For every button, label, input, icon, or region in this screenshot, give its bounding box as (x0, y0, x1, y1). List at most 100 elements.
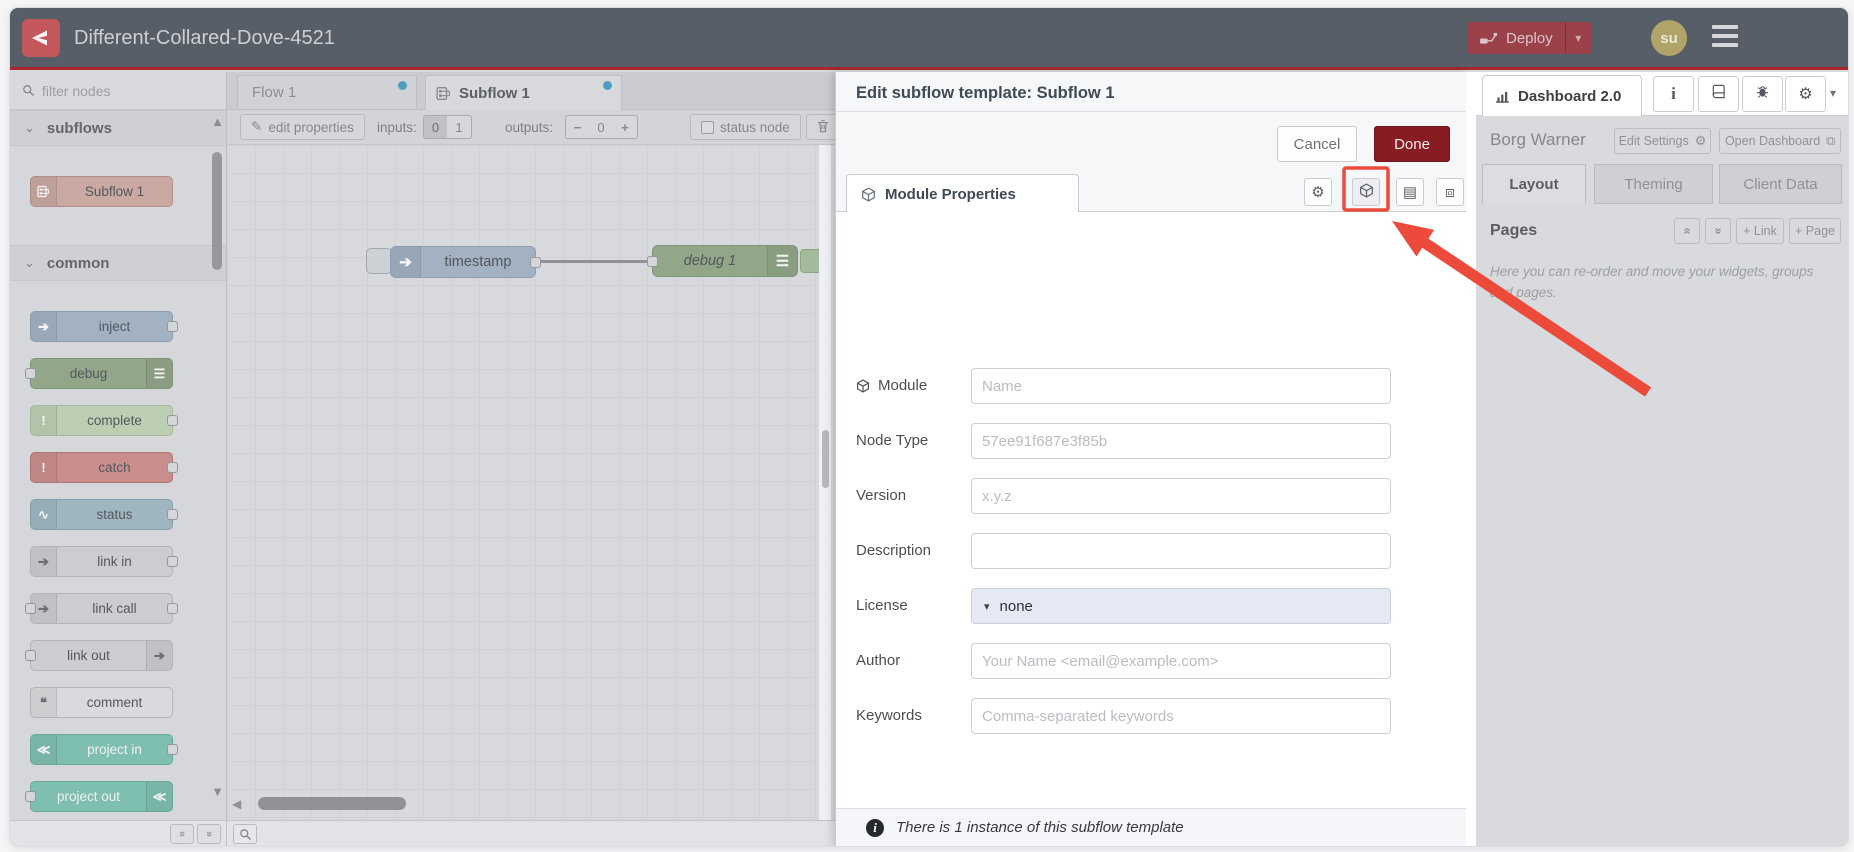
deploy-button[interactable]: Deploy ▾ (1467, 22, 1591, 54)
keywords-input[interactable] (971, 698, 1391, 734)
outputs-minus-button[interactable]: − (565, 115, 590, 139)
canvas-vscroll-track[interactable] (819, 145, 831, 820)
tab-dashboard-2[interactable]: Dashboard 2.0 (1482, 75, 1642, 116)
input-port[interactable] (25, 368, 36, 379)
inputs-0-button[interactable]: 0 (423, 115, 448, 139)
palette-scrollbar[interactable] (212, 152, 222, 270)
input-port[interactable] (647, 256, 658, 267)
move-down-button[interactable]: » (1705, 218, 1731, 244)
pages-help-text: Here you can re-order and move your widg… (1490, 264, 1814, 300)
move-up-button[interactable]: « (1674, 218, 1700, 244)
palette-node-subflow-1[interactable]: Subflow 1 (30, 176, 173, 207)
palette-footer: « » (10, 820, 226, 846)
done-button[interactable]: Done (1374, 126, 1450, 162)
output-port[interactable] (167, 556, 178, 567)
expand-all-button[interactable]: » (197, 824, 221, 844)
palette-node-link-out[interactable]: link out ➔ (25, 640, 173, 671)
debug-messages-tab-button[interactable] (1742, 76, 1783, 112)
palette-node-inject[interactable]: ➔ inject (30, 311, 178, 342)
tab-theming[interactable]: Theming (1594, 164, 1713, 204)
inputs-1-button[interactable]: 1 (447, 115, 472, 139)
canvas-hscroll-thumb[interactable] (258, 797, 406, 810)
search-flows-button[interactable] (233, 824, 257, 844)
search-icon (22, 84, 35, 97)
status-node-toggle[interactable]: status node (690, 114, 801, 140)
chevron-down-icon: ⌄ (24, 255, 35, 270)
palette-node-link-call[interactable]: ➔ link call (25, 593, 178, 624)
add-link-button[interactable]: + Link (1736, 218, 1784, 244)
palette-node-catch[interactable]: ! catch (30, 452, 178, 483)
delete-subflow-button[interactable] (806, 114, 835, 140)
tab-subflow-1[interactable]: Subflow 1 (425, 75, 622, 111)
tab-flow-1[interactable]: Flow 1 (237, 75, 417, 110)
license-label: License (856, 597, 908, 614)
tab-layout[interactable]: Layout (1482, 164, 1586, 204)
collapse-all-button[interactable]: « (170, 824, 194, 844)
status-node-checkbox[interactable] (701, 120, 714, 134)
palette-category-common[interactable]: ⌄ common (10, 245, 226, 281)
output-port[interactable] (167, 415, 178, 426)
author-input[interactable] (971, 643, 1391, 679)
module-properties-tab-button[interactable] (1352, 178, 1380, 206)
chevron-down-icon: ⌄ (24, 120, 35, 135)
inject-icon: ➔ (391, 247, 421, 277)
version-input[interactable] (971, 478, 1391, 514)
description-tab-button[interactable]: ▤ (1396, 178, 1424, 206)
scroll-up-icon[interactable]: ▲ (211, 114, 224, 129)
status-icon: ∿ (31, 500, 57, 529)
scroll-down-icon[interactable]: ▼ (211, 784, 224, 799)
output-port[interactable] (167, 462, 178, 473)
scroll-left-icon[interactable]: ◀ (232, 797, 241, 811)
config-nodes-tab-button[interactable]: ⚙ (1785, 76, 1826, 112)
cancel-button[interactable]: Cancel (1277, 126, 1357, 162)
palette-node-complete[interactable]: ! complete (30, 405, 178, 436)
node-debug-1[interactable]: debug 1 ☰ (647, 245, 798, 277)
output-port[interactable] (167, 509, 178, 520)
wire[interactable] (536, 260, 654, 263)
palette-node-comment[interactable]: ❝ comment (30, 687, 173, 718)
edit-properties-button[interactable]: ✎ edit properties (240, 114, 365, 140)
module-input[interactable] (971, 368, 1391, 404)
description-input[interactable] (971, 533, 1391, 569)
input-port[interactable] (25, 603, 36, 614)
deploy-options-caret[interactable]: ▾ (1564, 22, 1591, 54)
appearance-tab-button[interactable]: ⧈ (1436, 178, 1464, 206)
user-avatar[interactable]: su (1651, 20, 1687, 56)
open-dashboard-button[interactable]: Open Dashboard ⧉ (1719, 128, 1841, 154)
canvas-vscroll-thumb[interactable] (821, 430, 829, 488)
output-port[interactable] (167, 603, 178, 614)
output-port[interactable] (167, 744, 178, 755)
input-port[interactable] (25, 650, 36, 661)
license-select[interactable]: ▾ none (971, 588, 1391, 624)
palette-node-project-in[interactable]: ≪ project in (30, 734, 178, 765)
input-port[interactable] (25, 791, 36, 802)
tab-module-properties[interactable]: Module Properties (846, 174, 1079, 213)
info-tab-button[interactable]: i (1653, 76, 1694, 112)
palette-node-link-in[interactable]: ➔ link in (30, 546, 178, 577)
palette-category-subflows[interactable]: ⌄ subflows (10, 110, 226, 146)
outputs-plus-button[interactable]: + (613, 115, 638, 139)
workspace-footer (227, 820, 835, 846)
sidebar-menu-caret[interactable]: ▾ (1830, 86, 1836, 100)
inputs-label: inputs: (377, 120, 417, 135)
tab-client-data[interactable]: Client Data (1719, 164, 1842, 204)
main-menu-button[interactable] (1712, 25, 1738, 52)
palette-node-debug[interactable]: debug ☰ (25, 358, 173, 389)
help-tab-button[interactable] (1698, 76, 1739, 112)
properties-tab-button[interactable]: ⚙ (1304, 178, 1332, 206)
node-type-input[interactable] (971, 423, 1391, 459)
sidebar-splitter[interactable] (1466, 72, 1476, 846)
flowfuse-logo-icon[interactable] (22, 19, 60, 57)
flow-canvas[interactable]: ➔ timestamp debug 1 ☰ (227, 145, 835, 820)
palette-node-status[interactable]: ∿ status (30, 499, 178, 530)
link-icon: ➔ (146, 641, 172, 670)
inject-trigger-button[interactable] (366, 248, 392, 274)
output-port[interactable] (530, 257, 541, 268)
palette-node-project-out[interactable]: project out ≪ (25, 781, 173, 812)
node-timestamp[interactable]: ➔ timestamp (390, 246, 541, 278)
palette-search[interactable]: filter nodes (10, 72, 226, 110)
add-page-button[interactable]: + Page (1789, 218, 1841, 244)
edit-settings-button[interactable]: Edit Settings ⚙ (1614, 128, 1711, 154)
trash-icon (817, 119, 829, 136)
output-port[interactable] (167, 321, 178, 332)
